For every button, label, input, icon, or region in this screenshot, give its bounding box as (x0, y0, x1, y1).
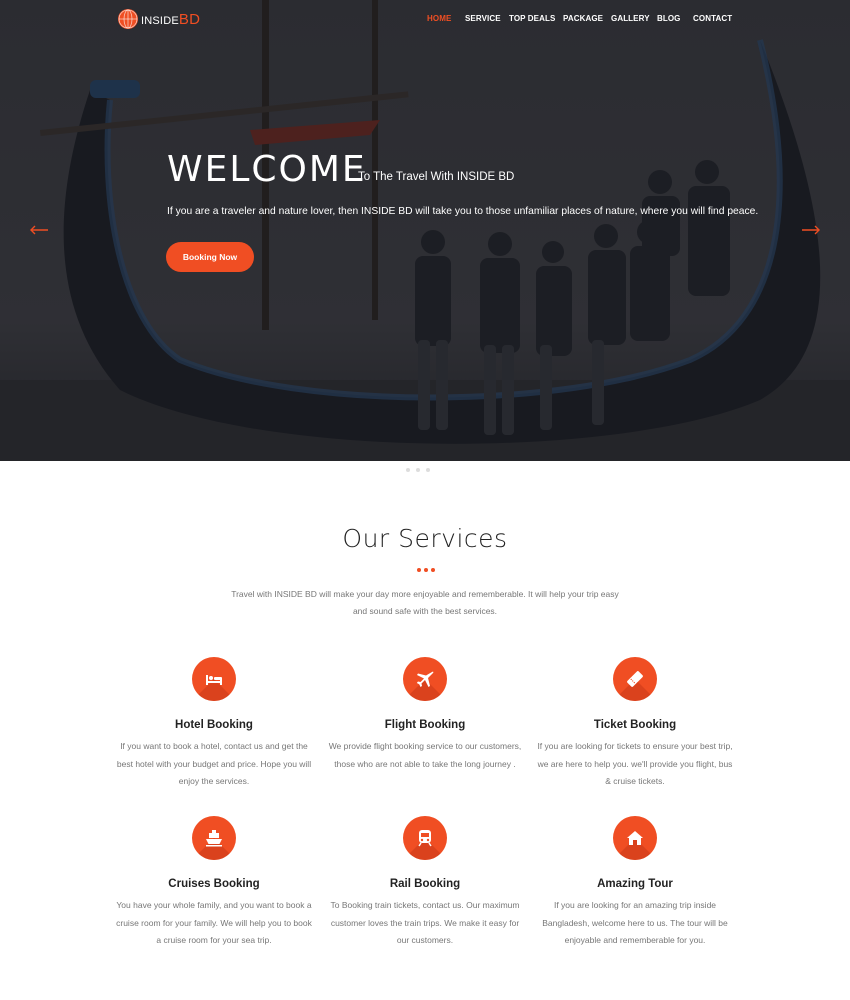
slider-dot[interactable] (426, 468, 430, 472)
arrow-left-icon (30, 225, 48, 235)
service-text: If you are looking for an amazing trip i… (542, 900, 728, 945)
service-card-flight: Flight Booking We provide flight booking… (320, 657, 530, 773)
hero-overlay (0, 0, 850, 461)
service-card-hotel: Hotel Booking If you want to book a hote… (109, 657, 319, 791)
hero-title: WELCOME (167, 149, 367, 190)
train-icon (403, 816, 447, 860)
service-title: Amazing Tour (597, 878, 673, 890)
services-title: Our Services (342, 524, 508, 553)
arrow-right-icon (802, 225, 820, 235)
hero-subtitle: To The Travel With INSIDE BD (358, 171, 515, 183)
hero-banner: INSIDEBD HOME SERVICE TOP DEALS PACKAGE … (0, 0, 850, 461)
bed-icon (192, 657, 236, 701)
service-title: Hotel Booking (175, 719, 253, 731)
booking-now-button[interactable]: Booking Now (166, 242, 254, 272)
home-icon (613, 816, 657, 860)
service-text: If you are looking for tickets to ensure… (537, 741, 733, 786)
service-title: Rail Booking (389, 878, 461, 890)
nav-top-deals[interactable]: TOP DEALS (509, 14, 555, 23)
service-card-ticket: Ticket Booking If you are looking for ti… (530, 657, 740, 791)
service-text: You have your whole family, and you want… (116, 900, 312, 945)
top-navbar: INSIDEBD HOME SERVICE TOP DEALS PACKAGE … (0, 0, 850, 38)
service-text: We provide flight booking service to our… (328, 741, 522, 769)
services-intro: Travel with INSIDE BD will make your day… (231, 589, 619, 616)
nav-service[interactable]: SERVICE (465, 14, 501, 23)
ticket-icon (613, 657, 657, 701)
service-title: Flight Booking (384, 719, 466, 731)
service-card-cruise: Cruises Booking You have your whole fami… (109, 816, 319, 950)
service-title: Ticket Booking (593, 719, 677, 731)
service-card-rail: Rail Booking To Booking train tickets, c… (320, 816, 530, 950)
plane-icon (403, 657, 447, 701)
hero-description: If you are a traveler and nature lover, … (167, 206, 759, 217)
service-text: To Booking train tickets, contact us. Ou… (330, 900, 520, 945)
slider-dot[interactable] (416, 468, 420, 472)
title-divider-dots (417, 568, 435, 572)
service-title: Cruises Booking (168, 878, 260, 890)
ship-icon (192, 816, 236, 860)
nav-package[interactable]: PACKAGE (563, 14, 603, 23)
main-menu: HOME SERVICE TOP DEALS PACKAGE GALLERY B… (0, 14, 850, 26)
nav-blog[interactable]: BLOG (657, 14, 681, 23)
nav-home[interactable]: HOME (427, 14, 451, 23)
slider-dot[interactable] (406, 468, 410, 472)
service-text: If you want to book a hotel, contact us … (116, 741, 312, 786)
slider-next-button[interactable] (800, 219, 822, 241)
service-card-tour: Amazing Tour If you are looking for an a… (530, 816, 740, 950)
nav-contact[interactable]: CONTACT (693, 14, 732, 23)
slider-pagination (406, 468, 430, 472)
slider-prev-button[interactable] (28, 219, 50, 241)
nav-gallery[interactable]: GALLERY (611, 14, 650, 23)
